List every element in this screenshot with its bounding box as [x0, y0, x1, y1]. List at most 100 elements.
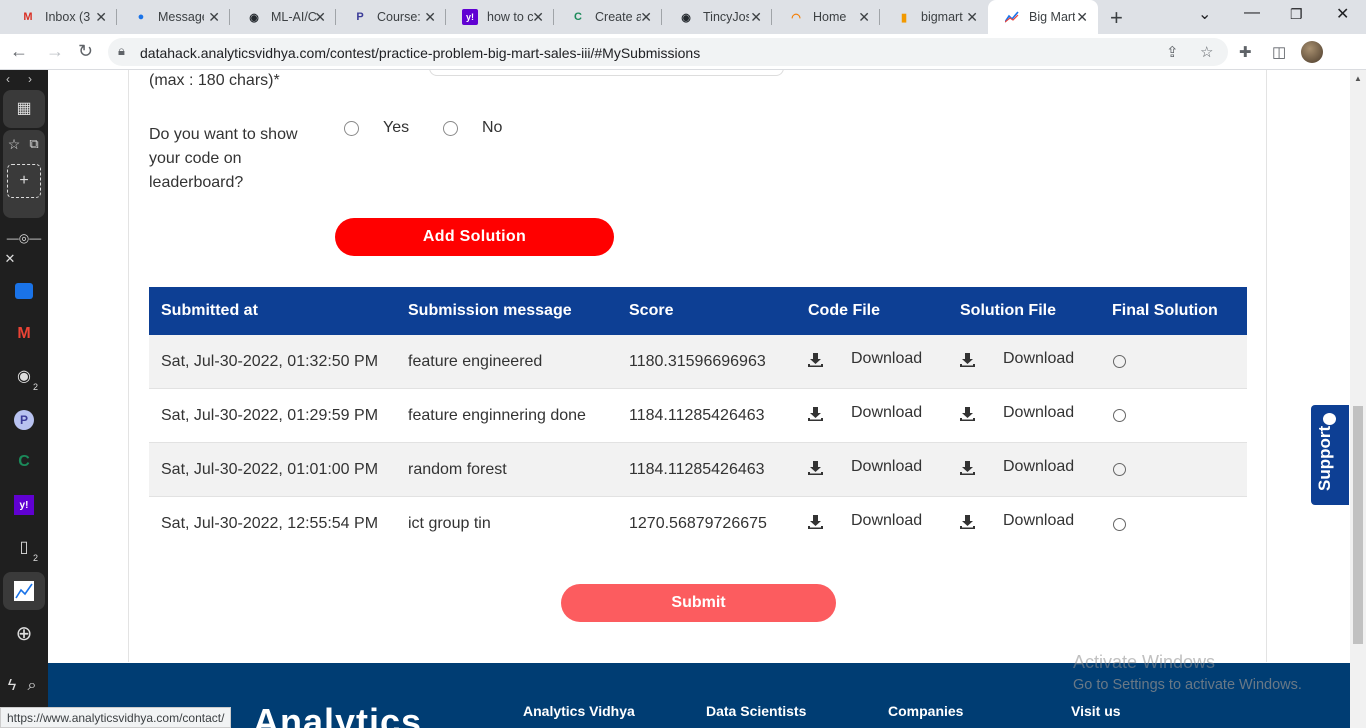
download-label[interactable]: Download: [851, 512, 922, 530]
document-app-icon[interactable]: ▯ 2: [8, 531, 40, 563]
close-icon[interactable]: ✕: [532, 9, 544, 26]
tab-course[interactable]: P Course: ✕: [336, 0, 446, 34]
grid-icon[interactable]: ▦: [8, 92, 40, 124]
share-icon[interactable]: ⇪: [1166, 43, 1179, 61]
tab-ml-ai[interactable]: ◉ ML-AI/C ✕: [230, 0, 336, 34]
gmail-app-icon[interactable]: M: [8, 318, 40, 350]
google-messages-icon: ●: [137, 11, 145, 23]
tab-label: Big Mart: [1029, 10, 1075, 24]
forward-icon[interactable]: →: [46, 41, 64, 62]
tab-messages[interactable]: ● Message ✕: [117, 0, 230, 34]
add-panel-icon[interactable]: +: [7, 164, 41, 198]
p-logo-icon: P: [356, 11, 364, 23]
cell-score: 1180.31596696963: [629, 352, 766, 370]
close-icon[interactable]: ✕: [750, 9, 762, 26]
cell-submitted-at: Sat, Jul-30-2022, 01:29:59 PM: [161, 406, 379, 424]
code-download-link[interactable]: Download: [808, 512, 960, 533]
minimize-icon[interactable]: —: [1244, 4, 1260, 22]
back-icon[interactable]: ←: [10, 41, 28, 62]
vertical-scrollbar[interactable]: ▲: [1350, 70, 1366, 728]
download-label[interactable]: Download: [1003, 350, 1074, 368]
search-icon[interactable]: ⌕: [20, 670, 44, 702]
yahoo-app-icon[interactable]: y!: [8, 489, 40, 521]
tab-search-chevron-icon[interactable]: ⌄: [1198, 4, 1211, 24]
footer-heading-data-scientists: Data Scientists: [706, 703, 807, 719]
open-external-icon[interactable]: ⧉: [24, 128, 44, 160]
code-download-link[interactable]: Download: [808, 404, 960, 425]
p-app-icon[interactable]: P: [8, 404, 40, 436]
reload-icon[interactable]: ↻: [78, 41, 93, 62]
solution-download-link[interactable]: Download: [960, 458, 1112, 479]
tab-label: Create a: [595, 10, 641, 24]
code-download-link[interactable]: Download: [808, 350, 960, 371]
download-label[interactable]: Download: [1003, 458, 1074, 476]
address-bar[interactable]: 🔒︎ datahack.analyticsvidhya.com/contest/…: [108, 38, 1228, 66]
sidebar-close-icon[interactable]: ✕: [0, 250, 20, 268]
download-label[interactable]: Download: [851, 404, 922, 422]
final-solution-radio[interactable]: [1113, 409, 1126, 422]
tab-tincyjos[interactable]: ◉ TincyJos ✕: [662, 0, 772, 34]
radio-no[interactable]: No: [443, 119, 502, 137]
close-icon[interactable]: ✕: [966, 9, 978, 26]
solution-download-link[interactable]: Download: [960, 404, 1112, 425]
code-download-link[interactable]: Download: [808, 458, 960, 479]
window-close-icon[interactable]: ✕: [1336, 4, 1349, 24]
lock-icon[interactable]: 🔒︎: [118, 43, 125, 59]
sidebar-nav-arrows-icon[interactable]: ‹›: [6, 72, 50, 86]
github-app-icon[interactable]: ◉ 2: [8, 360, 40, 392]
tab-big-mart-active[interactable]: Big Mart ✕: [988, 0, 1098, 34]
close-icon[interactable]: ✕: [95, 9, 107, 26]
restore-icon[interactable]: ❐: [1290, 6, 1303, 23]
close-icon[interactable]: ✕: [208, 9, 220, 26]
side-panel-icon[interactable]: ◫: [1272, 43, 1286, 61]
footer-logo[interactable]: Analytics: [253, 701, 422, 728]
tab-home[interactable]: ◠ Home ✕: [772, 0, 880, 34]
scroll-up-icon[interactable]: ▲: [1354, 74, 1362, 83]
add-circle-icon[interactable]: ⊕: [8, 617, 40, 649]
download-label[interactable]: Download: [1003, 404, 1074, 422]
add-solution-button[interactable]: Add Solution: [335, 218, 614, 256]
tab-bigmart[interactable]: ▮ bigmart ✕: [880, 0, 988, 34]
new-tab-icon[interactable]: +: [1110, 5, 1123, 31]
submit-button[interactable]: Submit: [561, 584, 836, 622]
final-solution-radio[interactable]: [1113, 355, 1126, 368]
tab-label: Course:: [377, 10, 421, 24]
close-icon[interactable]: ✕: [640, 9, 652, 26]
close-icon[interactable]: ✕: [1076, 9, 1088, 26]
scrollbar-thumb[interactable]: [1353, 406, 1363, 644]
submission-message-input[interactable]: [429, 70, 784, 76]
extensions-icon[interactable]: ✚: [1239, 43, 1252, 61]
c-logo-icon: C: [574, 11, 582, 23]
close-icon[interactable]: ✕: [314, 9, 326, 26]
table-header: Submitted at Submission message Score Co…: [149, 287, 1247, 335]
show-code-question: Do you want to show your code on leaderb…: [149, 126, 298, 191]
star-icon[interactable]: ☆: [1200, 43, 1213, 61]
mail-app-icon[interactable]: [8, 275, 40, 307]
download-label[interactable]: Download: [1003, 512, 1074, 530]
radio-circle[interactable]: [443, 120, 458, 136]
tab-create[interactable]: C Create a ✕: [554, 0, 662, 34]
final-solution-radio[interactable]: [1113, 463, 1126, 476]
profile-avatar[interactable]: [1301, 41, 1323, 63]
radio-circle[interactable]: [344, 120, 359, 136]
cell-message: feature enginnering done: [408, 406, 586, 424]
support-tab[interactable]: Support: [1311, 405, 1349, 505]
tab-inbox[interactable]: M Inbox (3 ✕: [4, 0, 117, 34]
header-score: Score: [629, 302, 674, 319]
sidebar-toggle-icon[interactable]: —◎—: [4, 226, 44, 250]
download-label[interactable]: Download: [851, 350, 922, 368]
solution-download-link[interactable]: Download: [960, 512, 1112, 533]
close-icon[interactable]: ✕: [424, 9, 436, 26]
tab-how-to[interactable]: y! how to c ✕: [446, 0, 554, 34]
c-app-icon[interactable]: C: [8, 446, 40, 478]
download-label[interactable]: Download: [851, 458, 922, 476]
solution-download-link[interactable]: Download: [960, 350, 1112, 371]
close-icon[interactable]: ✕: [858, 9, 870, 26]
chart-app-icon[interactable]: [8, 575, 40, 607]
radio-yes[interactable]: Yes: [344, 119, 409, 137]
url-text[interactable]: datahack.analyticsvidhya.com/contest/pra…: [140, 45, 700, 61]
header-code-file: Code File: [808, 302, 881, 319]
final-solution-radio[interactable]: [1113, 517, 1126, 531]
bookmark-star-icon[interactable]: ☆: [4, 128, 24, 160]
tab-label: TincyJos: [703, 10, 749, 24]
